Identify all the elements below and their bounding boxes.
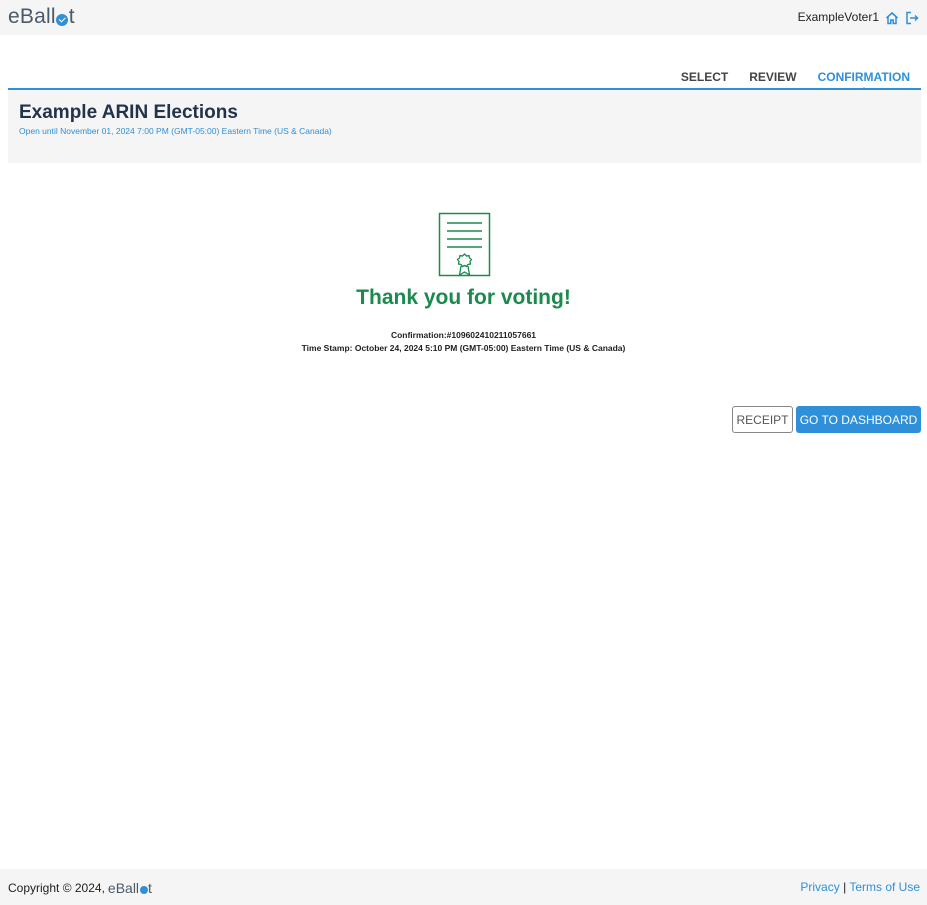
logo-text-start: eBall	[8, 5, 56, 28]
eballot-logo[interactable]: eBall t	[8, 5, 75, 29]
footer-logo-text-end: t	[148, 880, 152, 896]
privacy-link[interactable]: Privacy	[800, 880, 839, 894]
election-title: Example ARIN Elections	[19, 102, 238, 123]
home-icon[interactable]	[885, 10, 899, 25]
check-dot-icon	[56, 14, 69, 26]
ballot-steps: SELECT REVIEW CONFIRMATION	[681, 70, 910, 91]
footer: Copyright © 2024, eBall t Privacy | Terms…	[0, 869, 927, 905]
confirmation-number: Confirmation:#109602410211057661	[390, 330, 537, 340]
logo-text-end: t	[68, 5, 75, 28]
footer-separator: |	[843, 880, 847, 894]
certificate-icon	[438, 212, 492, 278]
election-panel: Example ARIN Elections Open until Novemb…	[8, 90, 921, 163]
username: ExampleVoter1	[797, 10, 879, 24]
copyright-text: Copyright © 2024,	[8, 881, 105, 895]
go-to-dashboard-button[interactable]: GO TO DASHBOARD	[796, 406, 921, 433]
check-dot-icon	[139, 886, 148, 894]
step-confirmation[interactable]: CONFIRMATION	[818, 70, 910, 91]
footer-logo-text-start: eBall	[107, 880, 140, 896]
footer-eballot-logo: eBall t	[108, 880, 152, 896]
thank-you-heading: Thank you for voting!	[356, 286, 571, 309]
top-bar: eBall t ExampleVoter1	[0, 0, 927, 35]
terms-of-use-link[interactable]: Terms of Use	[849, 880, 920, 894]
user-area: ExampleVoter1	[797, 10, 919, 25]
receipt-button[interactable]: RECEIPT	[732, 406, 793, 433]
step-select[interactable]: SELECT	[681, 70, 728, 84]
step-review[interactable]: REVIEW	[749, 70, 796, 84]
copyright: Copyright © 2024, eBall t	[8, 880, 152, 896]
footer-links: Privacy | Terms of Use	[800, 880, 920, 894]
election-deadline: Open until November 01, 2024 7:00 PM (GM…	[19, 126, 332, 136]
logout-icon[interactable]	[905, 10, 919, 25]
vote-timestamp: Time Stamp: October 24, 2024 5:10 PM (GM…	[301, 343, 626, 353]
